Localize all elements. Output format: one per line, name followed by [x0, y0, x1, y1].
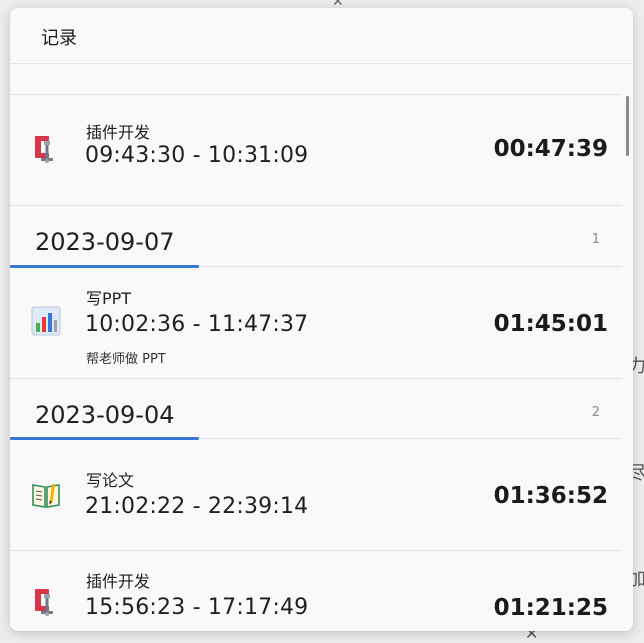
record-note: 帮老师做 PPT — [86, 352, 166, 367]
bar-chart-icon — [30, 305, 64, 339]
scrollbar[interactable] — [626, 96, 630, 631]
record-entry[interactable]: 插件开发 15:56:23 - 17:17:49 01:21:25 — [10, 550, 622, 631]
date-group-header: 2023-09-04 2 — [10, 378, 622, 440]
record-name: 写PPT — [86, 289, 132, 308]
date-group-index: 2 — [591, 405, 600, 420]
clamp-icon — [30, 132, 64, 166]
record-time-range: 21:02:22 - 22:39:14 — [85, 494, 309, 519]
panel-title: 记录 — [41, 28, 77, 49]
record-duration: 01:21:25 — [493, 595, 608, 621]
panel-header: 记录 — [10, 8, 633, 64]
notebook-icon — [30, 479, 64, 513]
scrollbar-thumb[interactable] — [626, 96, 629, 156]
record-duration: 01:45:01 — [493, 311, 608, 337]
date-group-header: 2023-09-07 1 — [10, 205, 622, 268]
record-entry[interactable]: 插件开发 09:43:30 - 10:31:09 00:47:39 — [10, 94, 622, 205]
record-duration: 00:47:39 — [493, 136, 608, 162]
records-list[interactable]: 插件开发 09:43:30 - 10:31:09 00:47:39 2023-0… — [10, 64, 622, 631]
record-name: 插件开发 — [86, 572, 151, 591]
record-entry[interactable]: 写PPT 10:02:36 - 11:47:37 帮老师做 PPT 01:45:… — [10, 267, 622, 378]
record-entry[interactable]: 写论文 21:02:22 - 22:39:14 01:36:52 — [10, 439, 622, 550]
record-duration: 01:36:52 — [493, 483, 608, 509]
date-label: 2023-09-04 — [35, 401, 175, 429]
date-label: 2023-09-07 — [35, 228, 175, 256]
record-time-range: 10:02:36 - 11:47:37 — [85, 312, 309, 337]
records-panel: 记录 插件开发 09:43:30 - 10:31:09 00:47:39 202… — [10, 8, 633, 631]
record-name: 写论文 — [86, 471, 135, 490]
record-name: 插件开发 — [86, 123, 151, 142]
date-group-index: 1 — [591, 232, 600, 247]
clamp-icon — [30, 585, 64, 619]
record-time-range: 09:43:30 - 10:31:09 — [85, 143, 309, 168]
record-time-range: 15:56:23 - 17:17:49 — [85, 595, 309, 620]
